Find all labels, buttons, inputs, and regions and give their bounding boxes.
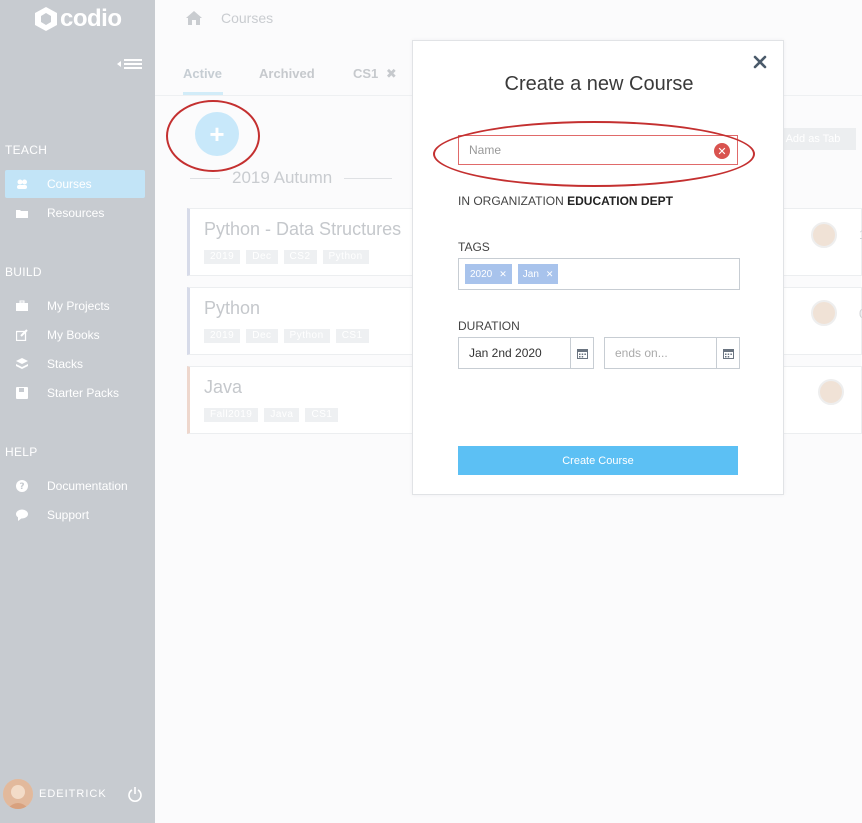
course-tag: Java [264, 408, 300, 422]
sidebar-item-label: Starter Packs [47, 386, 120, 400]
create-course-modal: Create a new Course ✕ IN ORGANIZATION ED… [412, 40, 784, 495]
sidebar-item-starter-packs[interactable]: Starter Packs [5, 379, 145, 407]
section-build: BUILD [5, 265, 42, 279]
tab-archived[interactable]: Archived [259, 66, 315, 81]
sidebar-item-stacks[interactable]: Stacks [5, 350, 145, 378]
course-tag: Python [283, 329, 330, 343]
users-icon [15, 177, 29, 191]
group-title-text: 2019 Autumn [232, 168, 333, 187]
codio-logo[interactable]: codio [34, 4, 122, 34]
sidebar-item-resources[interactable]: Resources [5, 199, 145, 227]
sidebar-item-label: Resources [47, 206, 105, 220]
section-help: HELP [5, 445, 38, 459]
save-icon [15, 386, 29, 400]
avatar [811, 222, 837, 248]
sidebar-item-courses[interactable]: Courses [5, 170, 145, 198]
edit-icon [15, 328, 29, 342]
avatar [818, 379, 844, 405]
course-title[interactable]: Java [204, 377, 242, 398]
tags-input[interactable]: 2020 ✕ Jan ✕ [458, 258, 740, 290]
tag-chip-label: Jan [522, 268, 539, 280]
folder-icon [15, 206, 29, 220]
sidebar: codio TEACH Courses Resources BUILD My P… [0, 0, 155, 823]
svg-text:?: ? [19, 482, 24, 492]
tab-active[interactable]: Active [183, 66, 222, 81]
course-title[interactable]: Python - Data Structures [204, 219, 401, 240]
tab-cs1[interactable]: CS1 ✖ [353, 66, 397, 82]
codio-logo-icon [35, 7, 57, 31]
organization-line: IN ORGANIZATION EDUCATION DEPT [458, 194, 673, 208]
username: EDEITRICK [39, 788, 107, 800]
sidebar-item-label: My Projects [47, 299, 110, 313]
breadcrumb: Courses [185, 10, 273, 26]
active-tab-indicator [183, 92, 223, 95]
breadcrumb-courses[interactable]: Courses [221, 10, 273, 26]
tag-chip: 2020 ✕ [465, 264, 512, 284]
modal-title: Create a new Course [504, 73, 694, 95]
course-tag: 2019 [204, 329, 241, 343]
collapse-sidebar-icon[interactable] [116, 56, 144, 76]
chat-icon [15, 508, 29, 522]
tags-label: TAGS [458, 240, 490, 254]
highlight-ellipse [433, 121, 755, 187]
course-tags: 2019 Dec Python CS1 [204, 329, 369, 343]
start-date-field[interactable]: Jan 2nd 2020 [458, 337, 594, 369]
course-tag: CS1 [335, 329, 369, 343]
remove-tag-icon[interactable]: ✕ [499, 269, 507, 280]
end-date-placeholder[interactable]: ends on... [605, 346, 716, 360]
org-name: EDUCATION DEPT [567, 194, 673, 208]
remove-tag-icon[interactable]: ✕ [546, 269, 554, 280]
section-teach: TEACH [5, 143, 48, 157]
tag-chip-label: 2020 [470, 268, 493, 280]
course-tag: CS2 [283, 250, 317, 264]
avatar [811, 300, 837, 326]
close-icon[interactable] [752, 54, 768, 70]
course-tag: Dec [246, 329, 278, 343]
course-title[interactable]: Python [204, 298, 260, 319]
tab-cs1-label: CS1 [353, 66, 379, 81]
course-tags: 2019 Dec CS2 Python [204, 250, 369, 264]
highlight-ellipse [166, 100, 260, 172]
tag-chip: Jan ✕ [517, 264, 559, 284]
sidebar-item-label: Support [47, 508, 90, 522]
create-course-button[interactable]: Create Course [458, 446, 738, 475]
close-icon[interactable]: ✖ [386, 66, 397, 81]
course-tag: CS1 [305, 408, 339, 422]
sidebar-item-label: Stacks [47, 357, 84, 371]
duration-label: DURATION [458, 319, 520, 333]
course-group-title: 2019 Autumn [190, 168, 393, 188]
sidebar-item-documentation[interactable]: ? Documentation [5, 472, 145, 500]
course-tag: 2019 [204, 250, 241, 264]
help-icon: ? [15, 479, 29, 493]
org-prefix: IN ORGANIZATION [458, 194, 564, 208]
avatar [3, 779, 33, 809]
power-icon[interactable] [127, 786, 143, 802]
calendar-icon[interactable] [570, 338, 593, 368]
course-tag: Dec [246, 250, 278, 264]
sidebar-item-my-books[interactable]: My Books [5, 321, 145, 349]
start-date-value[interactable]: Jan 2nd 2020 [459, 346, 570, 360]
course-tag: Fall2019 [204, 408, 259, 422]
course-tags: Fall2019 Java CS1 [204, 408, 339, 422]
home-icon[interactable] [185, 10, 203, 26]
sidebar-item-support[interactable]: Support [5, 501, 145, 529]
calendar-icon[interactable] [716, 338, 739, 368]
sidebar-item-label: Courses [47, 177, 92, 191]
logo-text: codio [60, 5, 122, 32]
sidebar-item-my-projects[interactable]: My Projects [5, 292, 145, 320]
course-tag: Python [322, 250, 369, 264]
briefcase-icon [15, 299, 29, 313]
layers-icon [15, 357, 29, 371]
end-date-field[interactable]: ends on... [604, 337, 740, 369]
sidebar-item-label: My Books [47, 328, 100, 342]
sidebar-item-label: Documentation [47, 479, 128, 493]
